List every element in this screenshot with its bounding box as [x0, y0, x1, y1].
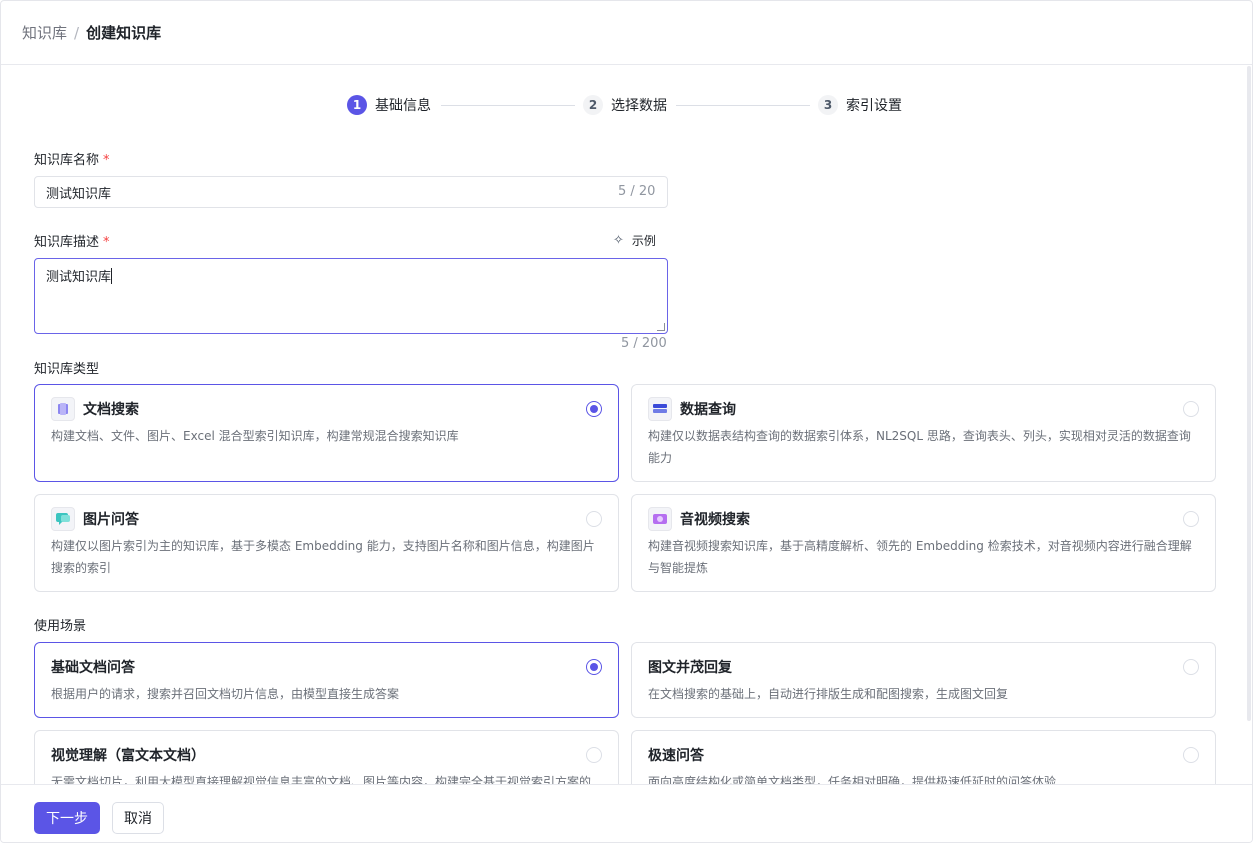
- card-description: 面向高度结构化或简单文档类型，任务相对明确，提供极速低延时的问答体验: [648, 775, 1057, 784]
- database-icon: [648, 397, 672, 421]
- card-title: 基础文档问答: [51, 660, 135, 676]
- card-description: 无需文档切片，利用大模型直接理解视觉信息丰富的文档、图片等内容，构建完全基于视觉…: [51, 775, 592, 784]
- radio-button[interactable]: [1183, 659, 1199, 675]
- type-card-image-qa[interactable]: 图片问答 构建仅以图片索引为主的知识库，基于多模态 Embedding 能力，支…: [34, 494, 619, 592]
- description-field-label: 知识库描述 *: [34, 231, 110, 250]
- radio-button[interactable]: [586, 401, 602, 417]
- resize-handle-icon[interactable]: [657, 323, 665, 331]
- step-number: 2: [583, 95, 603, 115]
- radio-button[interactable]: [1183, 511, 1199, 527]
- card-title: 数据查询: [680, 402, 736, 418]
- card-title: 图文并茂回复: [648, 660, 732, 676]
- cancel-button[interactable]: 取消: [112, 802, 164, 834]
- video-icon: [648, 507, 672, 531]
- card-title: 文档搜索: [83, 402, 139, 418]
- page-title: 创建知识库: [86, 24, 162, 42]
- type-section-label: 知识库类型: [34, 362, 100, 377]
- step-connector: [441, 105, 575, 106]
- step-number: 3: [818, 95, 838, 115]
- form-scroll-area[interactable]: 1 基础信息 2 选择数据 3 索引设置 知识库名称 * 测试知识库 5 / 20…: [1, 66, 1244, 784]
- description-value: 测试知识库: [46, 270, 112, 285]
- form-footer: 下一步 取消: [1, 784, 1252, 842]
- radio-button[interactable]: [586, 659, 602, 675]
- type-card-data-query[interactable]: 数据查询 构建仅以数据表结构查询的数据索引体系，NL2SQL 思路，查询表头、列…: [631, 384, 1216, 482]
- create-knowledge-base-page: 知识库 / 创建知识库 1 基础信息 2 选择数据 3 索引设置 知识库名称 * …: [0, 0, 1253, 843]
- next-step-button[interactable]: 下一步: [34, 802, 100, 834]
- vertical-scrollbar[interactable]: [1242, 66, 1252, 784]
- name-field-label: 知识库名称 *: [34, 149, 110, 168]
- scenario-card-rich-reply[interactable]: 图文并茂回复 在文档搜索的基础上，自动进行排版生成和配图搜索，生成图文回复: [631, 642, 1216, 718]
- sparkle-icon: ✧: [613, 233, 624, 248]
- radio-button[interactable]: [1183, 401, 1199, 417]
- card-title: 图片问答: [83, 512, 139, 528]
- card-description: 构建文档、文件、图片、Excel 混合型索引知识库，构建常规混合搜索知识库: [51, 429, 459, 443]
- scenario-section-label: 使用场景: [34, 619, 87, 634]
- description-label-text: 知识库描述: [34, 235, 100, 250]
- scrollbar-thumb[interactable]: [1247, 66, 1251, 721]
- card-description: 根据用户的请求，搜索并召回文档切片信息，由模型直接生成答案: [51, 687, 400, 701]
- name-input[interactable]: 测试知识库: [34, 176, 668, 208]
- chat-bubble-icon: [51, 507, 75, 531]
- step-connector: [676, 105, 810, 106]
- required-marker: *: [103, 235, 110, 250]
- example-button[interactable]: ✧ 示例: [613, 232, 656, 249]
- step-label: 基础信息: [375, 98, 431, 114]
- breadcrumb-parent-link[interactable]: 知识库: [22, 22, 67, 43]
- radio-button[interactable]: [1183, 747, 1199, 763]
- scenario-card-visual-understanding[interactable]: 视觉理解（富文本文档） 无需文档切片，利用大模型直接理解视觉信息丰富的文档、图片…: [34, 730, 619, 784]
- radio-button[interactable]: [586, 747, 602, 763]
- card-title: 视觉理解（富文本文档）: [51, 748, 205, 764]
- step-number: 1: [347, 95, 367, 115]
- step-index-settings: 3 索引设置: [818, 95, 902, 115]
- step-label: 索引设置: [846, 98, 902, 114]
- card-description: 在文档搜索的基础上，自动进行排版生成和配图搜索，生成图文回复: [648, 687, 1009, 701]
- card-description: 构建仅以图片索引为主的知识库，基于多模态 Embedding 能力，支持图片名称…: [51, 539, 595, 575]
- required-marker: *: [103, 153, 110, 168]
- card-description: 构建仅以数据表结构查询的数据索引体系，NL2SQL 思路，查询表头、列头，实现相…: [648, 429, 1191, 465]
- step-label: 选择数据: [611, 98, 667, 114]
- step-basic-info: 1 基础信息: [347, 95, 431, 115]
- text-cursor: [111, 268, 113, 284]
- document-icon: [51, 397, 75, 421]
- card-title: 极速问答: [648, 748, 704, 764]
- breadcrumb: 知识库 / 创建知识库: [1, 1, 1252, 65]
- breadcrumb-separator: /: [74, 23, 80, 42]
- card-title: 音视频搜索: [680, 512, 750, 528]
- name-char-counter: 5 / 20: [618, 184, 656, 199]
- description-char-counter: 5 / 200: [621, 336, 667, 351]
- scenario-card-fast-qa[interactable]: 极速问答 面向高度结构化或简单文档类型，任务相对明确，提供极速低延时的问答体验: [631, 730, 1216, 784]
- description-textarea[interactable]: 测试知识库: [34, 258, 668, 334]
- type-card-av-search[interactable]: 音视频搜索 构建音视频搜索知识库，基于高精度解析、领先的 Embedding 检…: [631, 494, 1216, 592]
- step-select-data: 2 选择数据: [583, 95, 667, 115]
- type-card-document-search[interactable]: 文档搜索 构建文档、文件、图片、Excel 混合型索引知识库，构建常规混合搜索知…: [34, 384, 619, 482]
- name-label-text: 知识库名称: [34, 153, 100, 168]
- card-description: 构建音视频搜索知识库，基于高精度解析、领先的 Embedding 检索技术，对音…: [648, 539, 1192, 575]
- radio-button[interactable]: [586, 511, 602, 527]
- scenario-card-basic-qa[interactable]: 基础文档问答 根据用户的请求，搜索并召回文档切片信息，由模型直接生成答案: [34, 642, 619, 718]
- name-input-value: 测试知识库: [46, 186, 112, 202]
- example-label: 示例: [631, 234, 656, 248]
